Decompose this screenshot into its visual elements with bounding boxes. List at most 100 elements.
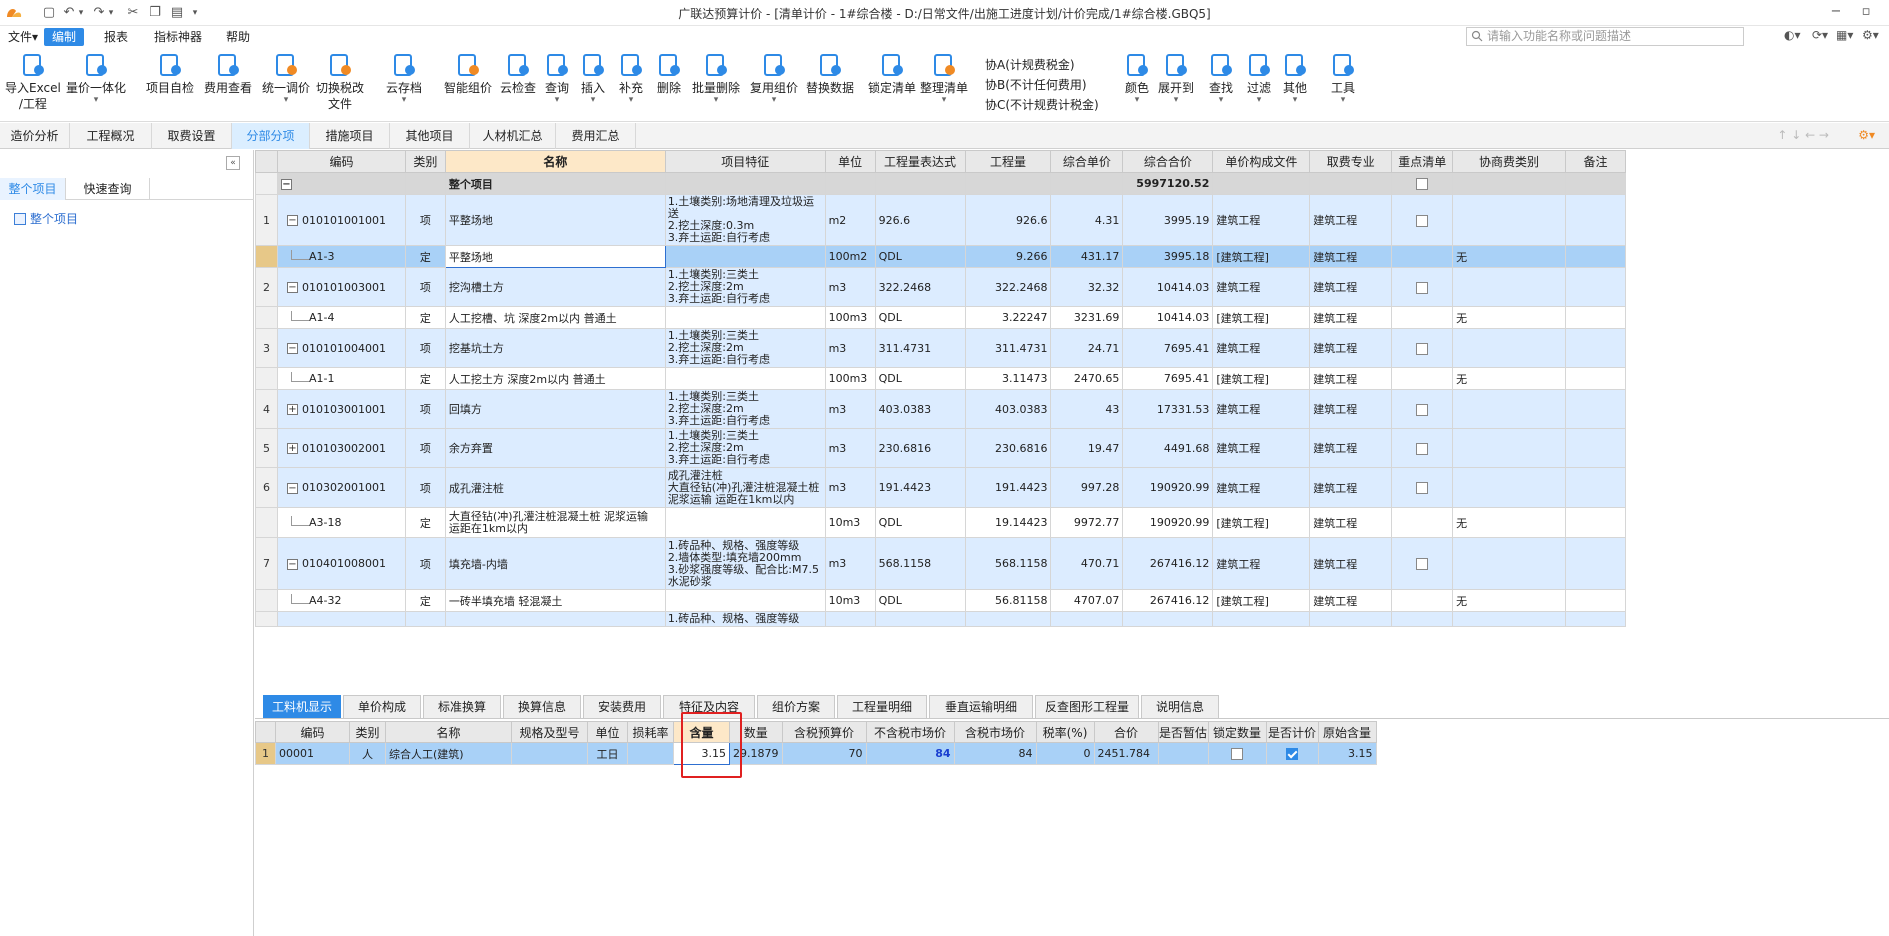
column-header[interactable]: 单位: [587, 721, 628, 743]
column-header[interactable]: 项目特征: [664, 150, 826, 173]
tab-fee-settings[interactable]: 取费设置: [152, 123, 232, 149]
collapse-toggle-icon[interactable]: −: [280, 178, 292, 190]
column-header[interactable]: 重点清单: [1391, 150, 1454, 173]
dropdown-arrow-icon[interactable]: ▾: [66, 96, 126, 105]
move-arrows-icon[interactable]: ↑ ↓ ← →: [1777, 128, 1829, 142]
table-cell[interactable]: 余方弃置: [444, 428, 666, 468]
table-cell[interactable]: 挖基坑土方: [444, 328, 666, 368]
ribbon-button-23[interactable]: 工具 ▾: [1330, 52, 1356, 105]
detail-tab-7[interactable]: 工程量明细: [837, 695, 927, 718]
column-header[interactable]: 编码: [275, 721, 350, 743]
key-list-checkbox[interactable]: [1416, 342, 1429, 355]
ribbon-button-18[interactable]: 颜色 ▾: [1124, 52, 1150, 105]
column-header[interactable]: 税率(%): [1035, 721, 1095, 743]
refresh-icon[interactable]: ⟳▾: [1812, 28, 1828, 42]
dropdown-arrow-icon[interactable]: ▾: [1246, 96, 1272, 105]
ribbon-button-14[interactable]: 复用组价 ▾: [750, 52, 798, 105]
table-row[interactable]: A4-32 定一砖半填充墙 轻混凝土 10m3 QDL 56.81158 4707.07 2…: [255, 589, 1626, 612]
table-cell[interactable]: 挖沟槽土方: [444, 267, 666, 307]
column-header[interactable]: 是否暂估: [1157, 721, 1209, 743]
table-cell[interactable]: 填充墙-内墙: [444, 537, 666, 590]
table-row[interactable]: 1−010101001001 项平整场地 1.土壤类别:场地清理及垃圾运送 2.挖土深…: [255, 194, 1626, 246]
minimize-icon[interactable]: −: [1826, 3, 1846, 21]
column-header[interactable]: 工程量表达式: [874, 150, 966, 173]
collapse-toggle-icon[interactable]: −: [286, 482, 298, 494]
ribbon-button-7[interactable]: 智能组价: [444, 52, 492, 96]
ribbon-item-coop-a[interactable]: 协A(计规费税金): [985, 56, 1075, 73]
ribbon-button-21[interactable]: 过滤 ▾: [1246, 52, 1272, 105]
table-cell[interactable]: 成孔灌注桩: [444, 467, 666, 508]
table-cell[interactable]: 人工挖土方 深度2m以内 普通土: [444, 367, 666, 390]
table-row[interactable]: 1.砖品种、规格、强度等级: [255, 611, 1626, 627]
column-header[interactable]: 损耗率: [627, 721, 674, 743]
key-list-checkbox[interactable]: [1416, 558, 1429, 570]
expand-toggle-icon[interactable]: +: [286, 443, 298, 454]
key-list-checkbox[interactable]: [1416, 482, 1429, 494]
settings-icon[interactable]: ⚙▾: [1862, 28, 1879, 42]
column-header[interactable]: 原始含量: [1317, 721, 1377, 743]
layout-icon[interactable]: ▦▾: [1836, 28, 1853, 42]
dropdown-arrow-icon[interactable]: ▾: [386, 96, 422, 105]
detail-tab-1[interactable]: 单价构成: [343, 695, 421, 718]
ribbon-button-1[interactable]: 量价一体化 ▾: [66, 52, 126, 105]
ribbon-button-9[interactable]: 查询 ▾: [544, 52, 570, 105]
collapse-toggle-icon[interactable]: −: [286, 343, 298, 354]
detail-tab-6[interactable]: 组价方案: [757, 695, 835, 718]
column-header[interactable]: 单价构成文件: [1212, 150, 1311, 173]
column-header[interactable]: 备注: [1564, 150, 1626, 173]
collapse-toggle-icon[interactable]: −: [286, 558, 298, 570]
is-priced-checkbox[interactable]: [1286, 748, 1298, 760]
tab-measures[interactable]: 措施项目: [310, 123, 390, 149]
table-row[interactable]: 4 +010103001001 项回填方 1.土壤类别:三类土 2.挖土深度:2m 3.弃…: [255, 389, 1626, 429]
column-header[interactable]: 单位: [824, 150, 876, 173]
expand-toggle-icon[interactable]: +: [286, 404, 298, 415]
column-header[interactable]: [255, 150, 278, 173]
maximize-icon[interactable]: ▫: [1856, 3, 1876, 21]
table-row[interactable]: A1-3 定平整场地 100m2 QDL 9.266 431.17 3995.18 [建筑工程…: [255, 245, 1626, 268]
ribbon-button-20[interactable]: 查找 ▾: [1208, 52, 1234, 105]
detail-tab-9[interactable]: 反查图形工程量: [1035, 695, 1139, 718]
settings-gear-icon[interactable]: ⚙▾: [1858, 128, 1875, 142]
tab-whole-project[interactable]: 整个项目: [0, 178, 66, 200]
ribbon-button-12[interactable]: 删除: [656, 52, 682, 96]
key-list-checkbox[interactable]: [1416, 178, 1429, 190]
table-cell[interactable]: −: [276, 172, 406, 195]
table-row[interactable]: A1-1 定人工挖土方 深度2m以内 普通土 100m3 QDL 3.11473 2470…: [255, 367, 1626, 390]
column-header[interactable]: 含税市场价: [953, 721, 1037, 743]
menu-file[interactable]: 文件▾: [0, 28, 46, 46]
dropdown-arrow-icon[interactable]: ▾: [262, 96, 310, 105]
dropdown-arrow-icon[interactable]: ▾: [692, 96, 740, 105]
headset-icon[interactable]: ◐▾: [1784, 28, 1801, 42]
detail-tab-10[interactable]: 说明信息: [1141, 695, 1219, 718]
tab-project-overview[interactable]: 工程概况: [70, 123, 152, 149]
table-row[interactable]: A3-18 定大直径钻(冲)孔灌注桩混凝土桩 泥浆运输 运距在1km以内 10m3 Q…: [255, 507, 1626, 538]
tab-labor-material-summary[interactable]: 人材机汇总: [470, 123, 556, 149]
dropdown-arrow-icon[interactable]: ▾: [1124, 96, 1150, 105]
column-header[interactable]: 取费专业: [1309, 150, 1393, 173]
column-header[interactable]: 类别: [404, 150, 446, 173]
table-cell[interactable]: [444, 611, 666, 627]
ribbon-button-17[interactable]: 整理清单 ▾: [920, 52, 968, 105]
column-header[interactable]: 锁定数量: [1207, 721, 1267, 743]
column-header[interactable]: 协商费类别: [1452, 150, 1566, 173]
lock-quantity-checkbox[interactable]: [1231, 748, 1243, 760]
ribbon-button-0[interactable]: 导入Excel/工程: [5, 52, 61, 112]
detail-tab-8[interactable]: 垂直运输明细: [929, 695, 1033, 718]
table-cell[interactable]: 回填方: [444, 389, 666, 429]
column-header[interactable]: 是否计价: [1265, 721, 1319, 743]
ribbon-button-5[interactable]: 切换税改 文件: [316, 52, 364, 112]
table-cell[interactable]: 平整场地: [444, 194, 666, 246]
dropdown-arrow-icon[interactable]: ▾: [750, 96, 798, 105]
table-row[interactable]: 7−010401008001 项填充墙-内墙 1.砖品种、规格、强度等级 2.墙体类型…: [255, 537, 1626, 590]
table-row[interactable]: A1-4 定人工挖槽、坑 深度2m以内 普通土 100m3 QDL 3.22247 323…: [255, 306, 1626, 329]
key-list-checkbox[interactable]: [1416, 442, 1429, 455]
ribbon-button-6[interactable]: 云存档 ▾: [386, 52, 422, 105]
detail-tab-2[interactable]: 标准换算: [423, 695, 501, 718]
dropdown-arrow-icon[interactable]: ▾: [1330, 96, 1356, 105]
tree-item-whole-project[interactable]: 整个项目: [14, 210, 78, 227]
column-header[interactable]: 合价: [1093, 721, 1159, 743]
menu-edit[interactable]: 编制: [44, 28, 85, 46]
ribbon-button-16[interactable]: 锁定清单: [868, 52, 916, 96]
detail-tab-3[interactable]: 换算信息: [503, 695, 581, 718]
collapse-toggle-icon[interactable]: −: [286, 282, 298, 293]
